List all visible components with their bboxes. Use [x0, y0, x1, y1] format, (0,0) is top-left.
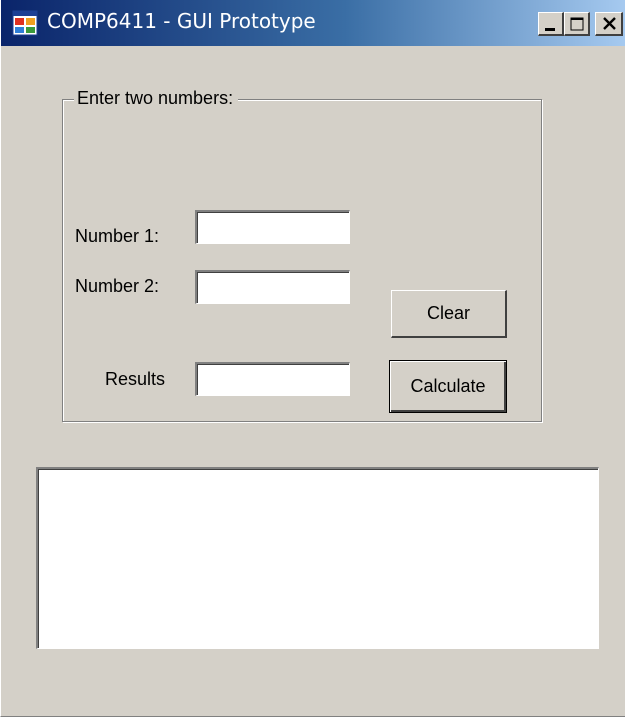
results-field[interactable] [195, 362, 350, 396]
close-icon [603, 17, 616, 30]
minimize-icon [545, 28, 555, 31]
app-window: COMP6411 - GUI Prototype Enter two numbe… [0, 0, 625, 717]
number1-input[interactable] [195, 210, 350, 244]
groupbox-legend: Enter two numbers: [74, 88, 239, 109]
maximize-icon [570, 17, 584, 31]
close-button[interactable] [595, 12, 623, 36]
number2-input[interactable] [195, 270, 350, 304]
results-label: Results [105, 369, 166, 389]
window-title: COMP6411 - GUI Prototype [47, 9, 316, 33]
windows-form-icon[interactable] [12, 10, 38, 36]
minimize-button[interactable] [538, 12, 564, 36]
clear-button[interactable]: Clear [391, 290, 507, 338]
calculate-button[interactable]: Calculate [389, 360, 507, 413]
number2-label: Number 2: [75, 276, 160, 296]
output-textarea[interactable] [36, 467, 599, 649]
number1-label: Number 1: [75, 226, 160, 246]
title-bar[interactable]: COMP6411 - GUI Prototype [1, 0, 625, 46]
maximize-button[interactable] [564, 12, 590, 36]
